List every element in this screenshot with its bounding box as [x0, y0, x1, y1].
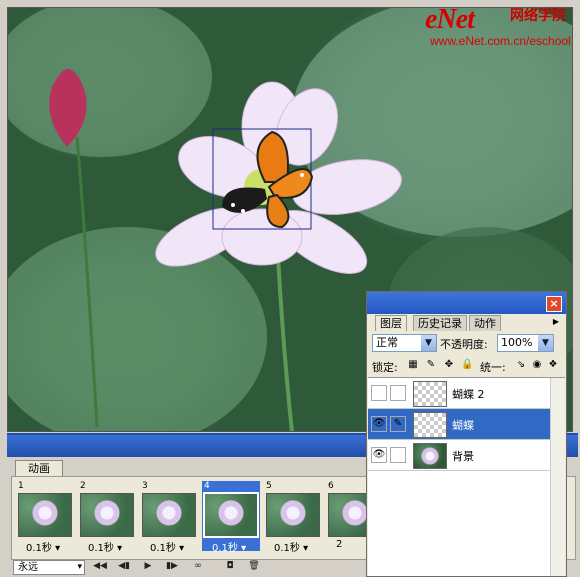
opacity-field[interactable]: 100% ▼ — [497, 334, 554, 352]
opacity-label: 不透明度: — [440, 338, 488, 351]
panel-menu-icon[interactable]: ▶ — [550, 317, 562, 327]
frame-number: 6 — [328, 481, 334, 491]
unify-style-icon[interactable]: ❖ — [547, 359, 559, 371]
frame-thumbnail — [80, 493, 134, 537]
layer-name: 蝴蝶 2 — [452, 388, 485, 401]
layer-row-butterfly-2[interactable]: 蝴蝶 2 — [368, 378, 551, 409]
enet-cn-title: 网络学院 — [510, 8, 566, 24]
lock-row: 锁定: ▦ ✎ ✥ 🔒 统一: ⇘ ◉ ❖ — [367, 357, 566, 375]
frame-5[interactable]: 5 0.1秒 ▾ — [264, 481, 322, 554]
delete-frame-icon[interactable]: 🗑 — [245, 560, 263, 573]
duplicate-frame-icon[interactable]: ◘ — [221, 560, 239, 573]
frame-3[interactable]: 3 0.1秒 ▾ — [140, 481, 198, 554]
close-icon[interactable]: × — [546, 296, 562, 312]
lock-position-icon[interactable]: ✥ — [443, 359, 455, 371]
first-frame-icon[interactable]: ◀◀ — [91, 560, 109, 573]
blend-row: 正常 ▼ 不透明度: 100% ▼ — [367, 333, 566, 355]
visibility-toggle[interactable] — [371, 385, 387, 401]
layer-row-background[interactable]: 👁 背景 — [368, 440, 551, 471]
frame-number: 3 — [142, 481, 148, 491]
lock-paint-icon[interactable]: ✎ — [425, 359, 437, 371]
next-frame-icon[interactable]: ▮▶ — [163, 560, 181, 573]
layer-thumbnail — [413, 412, 447, 438]
chevron-down-icon[interactable]: ▼ — [421, 335, 436, 351]
frame-delay[interactable]: 2 — [336, 539, 342, 550]
unify-label: 统一: — [480, 361, 506, 374]
frame-number: 2 — [80, 481, 86, 491]
frame-4[interactable]: 4 0.1秒 ▾ — [202, 481, 260, 554]
blend-mode-select[interactable]: 正常 ▼ — [372, 334, 437, 352]
lock-all-icon[interactable]: 🔒 — [461, 359, 473, 371]
frame-delay[interactable]: 0.1秒 ▾ — [88, 539, 122, 554]
frame-thumbnail — [142, 493, 196, 537]
eye-icon[interactable]: 👁 — [371, 447, 387, 463]
layer-thumbnail — [413, 381, 447, 407]
layer-scrollbar[interactable] — [550, 378, 565, 576]
frame-delay[interactable]: 0.1秒 ▾ — [150, 539, 184, 554]
lock-transparency-icon[interactable]: ▦ — [407, 359, 419, 371]
layer-name: 背景 — [452, 450, 474, 463]
layer-thumbnail — [413, 443, 447, 469]
frame-thumbnail — [203, 492, 259, 538]
link-toggle[interactable] — [390, 447, 406, 463]
prev-frame-icon[interactable]: ◀▮ — [115, 560, 133, 573]
frame-number: 5 — [266, 481, 272, 491]
chevron-down-icon[interactable]: ▼ — [538, 335, 553, 351]
tab-layers[interactable]: 图层 — [375, 315, 407, 331]
tween-icon[interactable]: ∞ — [189, 560, 207, 573]
layer-list: 蝴蝶 2 👁 ✎ 蝴蝶 👁 背景 — [368, 377, 565, 576]
frame-delay[interactable]: 0.1秒 ▾ — [212, 539, 246, 554]
eye-icon[interactable]: 👁 — [371, 416, 387, 432]
frame-number: 1 — [18, 481, 24, 491]
panel-tabs: 图层 历史记录 动作 ▶ — [367, 315, 566, 331]
layer-name: 蝴蝶 — [452, 419, 474, 432]
layers-titlebar[interactable]: × — [367, 292, 566, 314]
frame-thumbnail — [18, 493, 72, 537]
frame-number: 4 — [204, 481, 210, 491]
link-toggle[interactable] — [390, 385, 406, 401]
enet-url: www.eNet.com.cn/eschool — [430, 34, 571, 48]
frame-delay[interactable]: 0.1秒 ▾ — [274, 539, 308, 554]
enet-logo: eNet — [425, 4, 475, 35]
loop-dropdown[interactable]: 永远 — [13, 560, 85, 575]
unify-visibility-icon[interactable]: ◉ — [531, 359, 543, 371]
unify-position-icon[interactable]: ⇘ — [515, 359, 527, 371]
lock-label: 锁定: — [372, 361, 398, 374]
frame-thumbnail — [266, 493, 320, 537]
layers-panel: × 图层 历史记录 动作 ▶ 正常 ▼ 不透明度: 100% ▼ 锁定: ▦ ✎… — [366, 291, 567, 577]
frame-delay[interactable]: 0.1秒 ▾ — [26, 539, 60, 554]
layer-row-butterfly[interactable]: 👁 ✎ 蝴蝶 — [368, 409, 551, 440]
frame-1[interactable]: 1 0.1秒 ▾ — [16, 481, 74, 554]
brush-icon[interactable]: ✎ — [390, 416, 406, 432]
frame-2[interactable]: 2 0.1秒 ▾ — [78, 481, 136, 554]
tab-history[interactable]: 历史记录 — [413, 315, 467, 331]
play-icon[interactable]: ▶ — [139, 560, 157, 573]
tab-animation[interactable]: 动画 — [15, 460, 63, 477]
tab-actions[interactable]: 动作 — [469, 315, 501, 331]
